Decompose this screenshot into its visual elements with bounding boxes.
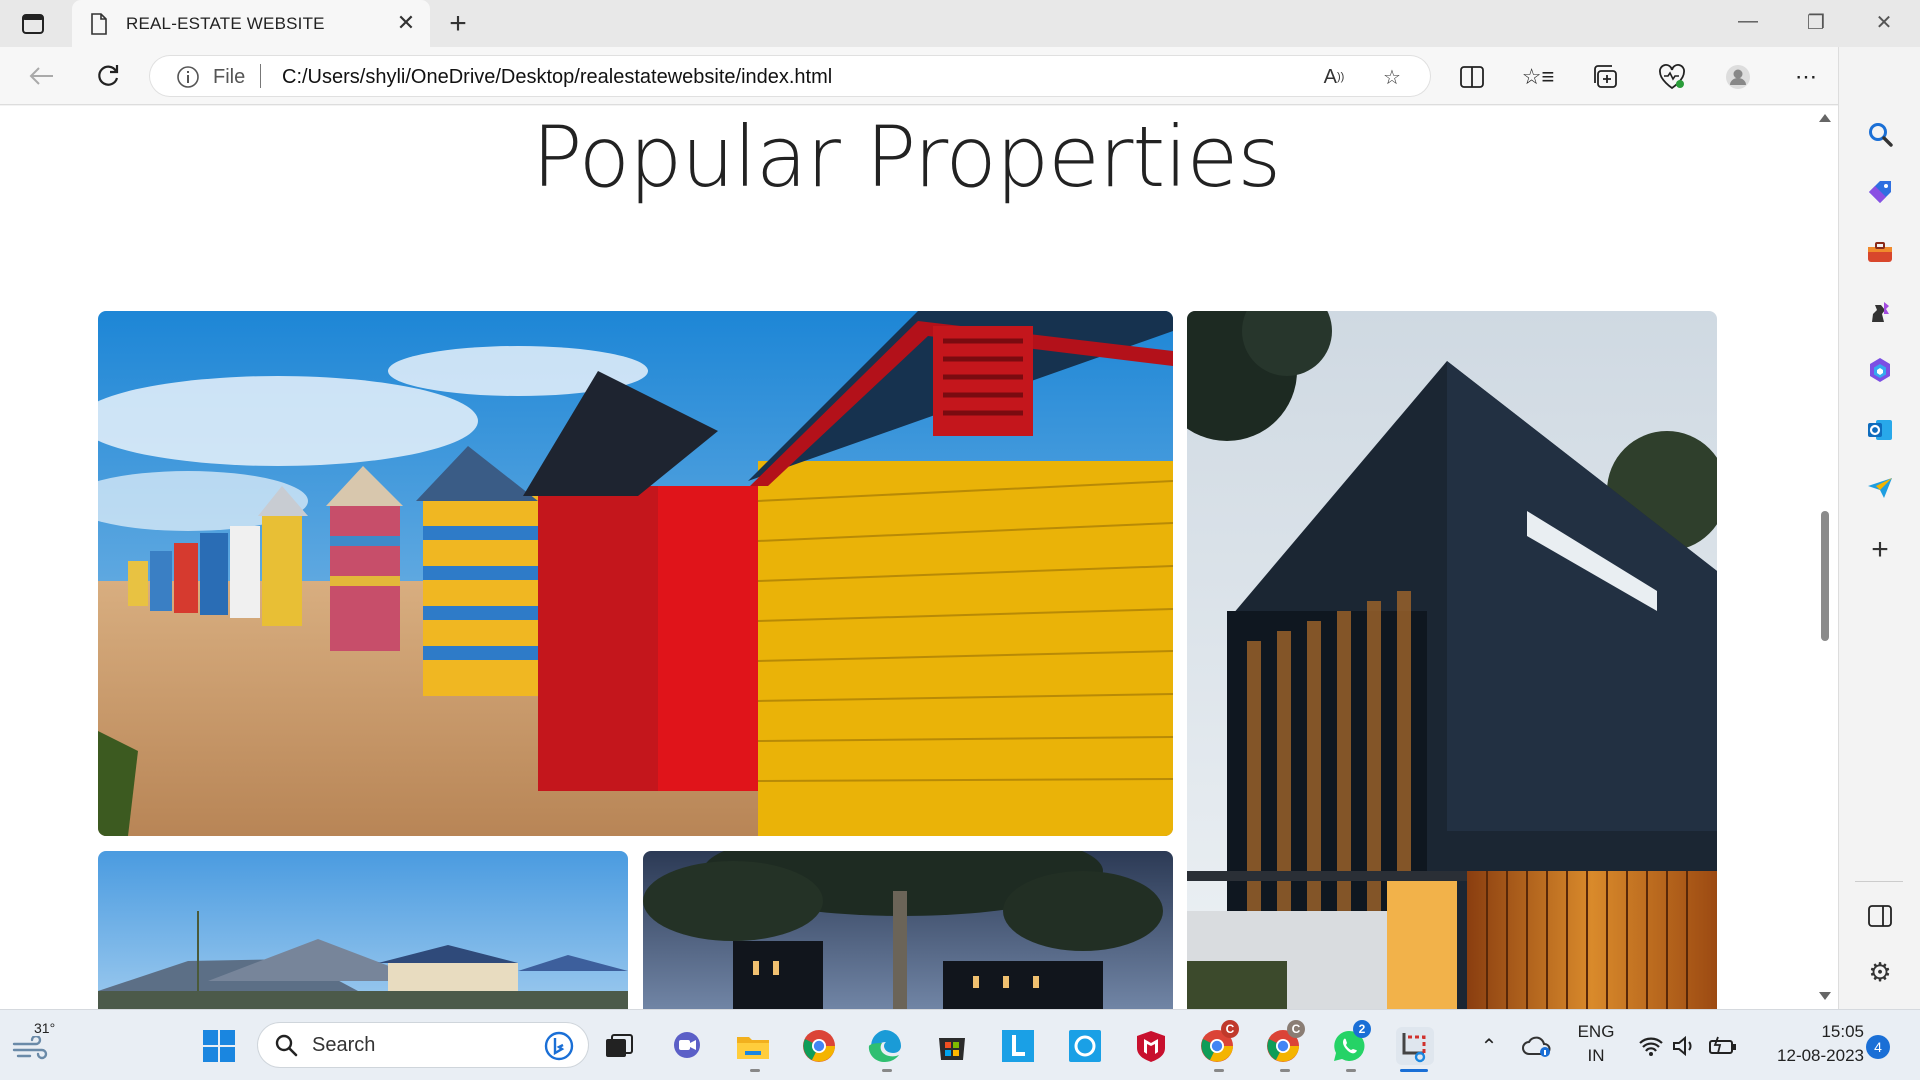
back-icon[interactable]	[24, 59, 60, 93]
edge-running-indicator	[882, 1069, 892, 1072]
favorites-icon[interactable]: ☆≡	[1522, 61, 1555, 93]
whatsapp-badge: 2	[1353, 1020, 1371, 1038]
property-card-modern-dark-house[interactable]	[1187, 311, 1717, 1009]
start-icon[interactable]	[200, 1027, 238, 1065]
site-info-icon[interactable]	[176, 65, 200, 94]
chrome1-running-indicator	[1214, 1069, 1224, 1072]
task-view-icon[interactable]	[600, 1027, 638, 1065]
scroll-up-arrow[interactable]	[1819, 114, 1831, 122]
weather-temperature: 31°	[34, 1020, 56, 1036]
tab-actions-icon[interactable]	[20, 11, 50, 37]
volume-icon[interactable]	[1666, 1027, 1704, 1065]
whatsapp-running-indicator	[1346, 1069, 1356, 1072]
url-text[interactable]: C:/Users/shyli/OneDrive/Desktop/realesta…	[282, 66, 832, 89]
search-label: Search	[312, 1034, 376, 1056]
close-window-icon[interactable]: ✕	[1864, 10, 1904, 35]
property-card-beach-huts[interactable]	[98, 311, 1173, 836]
sidebar-search-icon[interactable]	[1863, 117, 1897, 151]
page-viewport: Popular Properties	[0, 106, 1822, 1009]
favorite-star-icon[interactable]: ☆	[1378, 65, 1406, 89]
page-icon	[90, 13, 108, 40]
snipping-tool-icon[interactable]	[1396, 1027, 1434, 1065]
mcafee-icon[interactable]	[1132, 1027, 1170, 1065]
sidebar-outlook-icon[interactable]	[1863, 413, 1897, 447]
chrome-profile-2-badge: C	[1287, 1020, 1305, 1038]
sidebar-shopping-icon[interactable]	[1863, 175, 1897, 209]
sidebar-tools-icon[interactable]	[1863, 235, 1897, 269]
taskbar-search-box[interactable]: Search	[258, 1023, 588, 1067]
tab-active[interactable]: REAL-ESTATE WEBSITE ✕	[72, 0, 430, 47]
address-bar[interactable]: File C:/Users/shyli/OneDrive/Desktop/rea…	[150, 56, 1430, 96]
tab-close-icon[interactable]: ✕	[394, 10, 418, 36]
browser-essentials-icon[interactable]	[1656, 61, 1688, 93]
scheme-label: File	[213, 66, 246, 88]
bing-icon	[544, 1031, 574, 1061]
alexa-icon[interactable]	[1066, 1027, 1104, 1065]
sidebar-hide-icon[interactable]	[1863, 899, 1897, 933]
snipping-active-indicator	[1400, 1069, 1428, 1072]
minimize-icon[interactable]: —	[1728, 10, 1768, 33]
scroll-down-arrow[interactable]	[1819, 992, 1831, 1000]
search-icon	[275, 1034, 298, 1057]
profile-avatar[interactable]	[1722, 61, 1754, 93]
collections-icon[interactable]	[1590, 61, 1622, 93]
sidebar-games-icon[interactable]	[1863, 295, 1897, 329]
notification-count-badge[interactable]: 4	[1866, 1035, 1890, 1059]
restore-icon[interactable]: ❐	[1796, 10, 1836, 35]
sidebar-send-icon[interactable]	[1863, 471, 1897, 505]
property-card-suburban-houses[interactable]	[98, 851, 628, 1009]
refresh-icon[interactable]	[90, 59, 126, 93]
scroll-thumb[interactable]	[1821, 511, 1829, 641]
sidebar-add-icon[interactable]: +	[1863, 533, 1897, 567]
language-indicator[interactable]: ENG	[1576, 1022, 1616, 1042]
sidebar-microsoft365-icon[interactable]	[1863, 353, 1897, 387]
clock-time[interactable]: 15:05	[1754, 1022, 1864, 1042]
show-hidden-icons-chevron-icon[interactable]: ⌃	[1470, 1027, 1508, 1065]
chrome-icon[interactable]	[800, 1027, 838, 1065]
chrome-profile-badge: C	[1221, 1020, 1239, 1038]
l-app-icon[interactable]	[999, 1027, 1037, 1065]
sidebar-divider	[1855, 881, 1903, 882]
read-aloud-icon[interactable]: A))	[1320, 65, 1348, 89]
new-tab-icon[interactable]: +	[442, 7, 474, 41]
browser-tab-bar: REAL-ESTATE WEBSITE ✕ + — ❐ ✕	[0, 0, 1920, 47]
wifi-icon[interactable]	[1632, 1027, 1670, 1065]
tab-title: REAL-ESTATE WEBSITE	[126, 14, 325, 33]
file-explorer-icon[interactable]	[734, 1027, 772, 1065]
divider	[260, 64, 261, 88]
navigation-bar: File C:/Users/shyli/OneDrive/Desktop/rea…	[0, 47, 1920, 105]
wind-icon	[12, 1036, 48, 1060]
explorer-running-indicator	[750, 1069, 760, 1072]
battery-icon[interactable]	[1704, 1027, 1742, 1065]
microsoft-store-icon[interactable]	[933, 1027, 971, 1065]
onedrive-icon[interactable]	[1518, 1027, 1556, 1065]
split-screen-icon[interactable]	[1456, 61, 1488, 93]
chat-teams-icon[interactable]	[668, 1027, 706, 1065]
more-options-icon[interactable]: ⋯	[1790, 61, 1822, 93]
section-heading: Popular Properties	[531, 108, 1281, 206]
page-scrollbar[interactable]	[1812, 106, 1838, 1009]
clock-date[interactable]: 12-08-2023	[1754, 1046, 1864, 1066]
edge-icon[interactable]	[866, 1027, 904, 1065]
chrome2-running-indicator	[1280, 1069, 1290, 1072]
edge-sidebar: + ⚙	[1838, 47, 1920, 1009]
windows-taskbar: 31° Search C C 2 ⌃ ENG IN 15:05 12-08-20…	[0, 1009, 1920, 1080]
language-region: IN	[1587, 1046, 1605, 1065]
property-card-modern-house-tree[interactable]	[643, 851, 1173, 1009]
sidebar-settings-gear-icon[interactable]: ⚙	[1863, 955, 1897, 989]
